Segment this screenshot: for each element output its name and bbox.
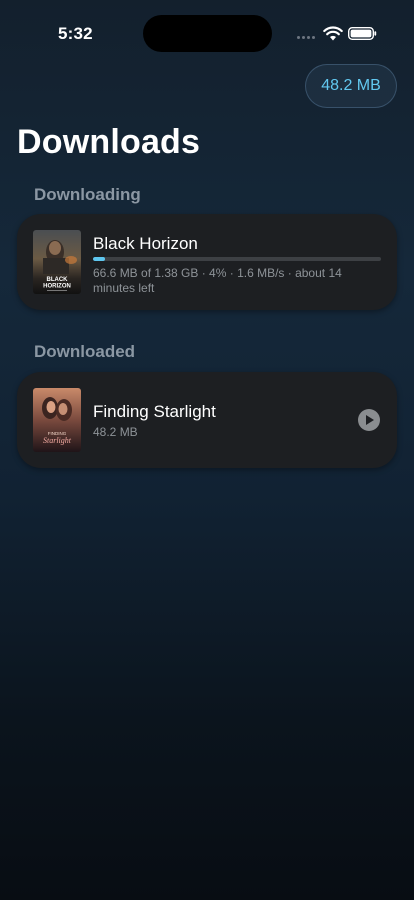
status-bar: 5:32 xyxy=(0,0,414,66)
poster-finding-starlight: FINDING Starlight xyxy=(33,388,81,452)
battery-icon xyxy=(348,27,377,40)
wifi-icon xyxy=(323,26,343,41)
downloaded-title: Finding Starlight xyxy=(93,402,216,421)
download-progress-fill xyxy=(93,257,105,261)
svg-text:HORIZON: HORIZON xyxy=(43,284,71,290)
downloaded-size: 48.2 MB xyxy=(93,425,138,439)
play-button[interactable] xyxy=(358,409,380,431)
download-card-black-horizon[interactable]: BLACK HORIZON Black Horizon 66.6 MB of 1… xyxy=(17,214,397,310)
status-time: 5:32 xyxy=(58,24,93,43)
download-title: Black Horizon xyxy=(93,234,198,253)
svg-text:Starlight: Starlight xyxy=(43,436,72,445)
downloaded-card-finding-starlight[interactable]: FINDING Starlight Finding Starlight 48.2… xyxy=(17,372,397,468)
storage-used-button[interactable]: 48.2 MB xyxy=(305,64,397,108)
poster-black-horizon: BLACK HORIZON xyxy=(33,230,81,294)
section-title-downloading: Downloading xyxy=(34,185,141,204)
section-title-downloaded: Downloaded xyxy=(34,342,136,361)
download-details: 66.6 MB of 1.38 GB · 4% · 1.6 MB/s · abo… xyxy=(93,266,342,295)
dynamic-island xyxy=(143,15,272,52)
download-progress-bar xyxy=(93,257,381,261)
cellular-signal-icon xyxy=(297,36,317,40)
page-title: Downloads xyxy=(17,123,201,161)
svg-text:BLACK: BLACK xyxy=(47,277,69,283)
